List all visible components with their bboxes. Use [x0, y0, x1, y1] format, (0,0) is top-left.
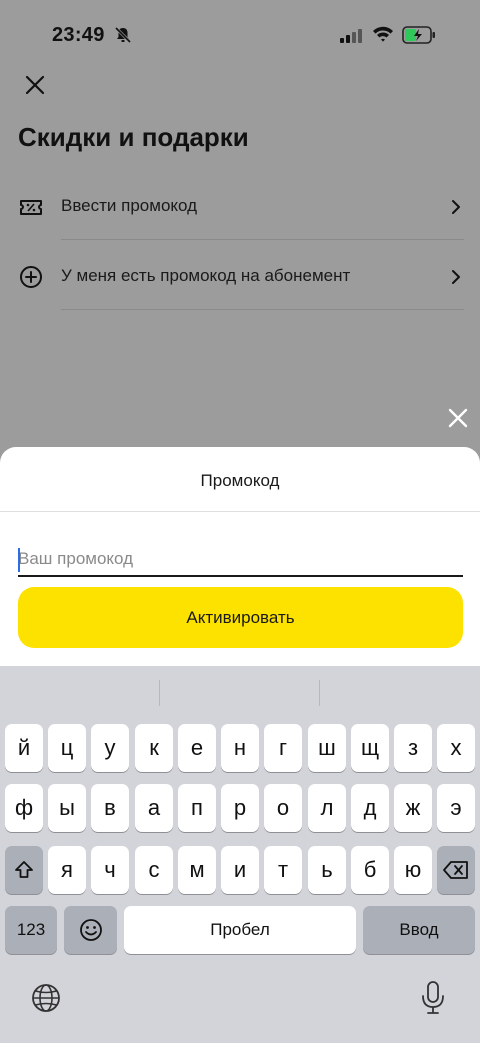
emoji-key[interactable] [64, 906, 117, 954]
status-bar: 23:49 [0, 0, 480, 70]
keyboard-row-3: я ч с м и т ь б ю [0, 846, 480, 894]
key[interactable]: ц [48, 724, 86, 772]
key[interactable]: с [135, 846, 173, 894]
promocode-input[interactable] [18, 543, 463, 577]
key[interactable]: я [48, 846, 86, 894]
key[interactable]: ж [394, 784, 432, 832]
menu-item-label: Ввести промокод [61, 196, 198, 215]
key[interactable]: р [221, 784, 259, 832]
background-page: 23:49 Скидки и подарки Ввести промокод У… [0, 0, 480, 460]
keyboard-row-4: 123 Пробел Ввод [0, 906, 480, 954]
backspace-icon [443, 861, 468, 879]
divider [61, 309, 464, 310]
close-sheet-icon[interactable] [446, 406, 470, 430]
menu-item-label: У меня есть промокод на абонемент [61, 266, 351, 285]
key[interactable]: х [437, 724, 475, 772]
status-time: 23:49 [52, 24, 105, 46]
battery-charging-icon [402, 26, 435, 44]
key[interactable]: б [351, 846, 389, 894]
cellular-signal-icon [340, 29, 362, 43]
space-key[interactable]: Пробел [124, 906, 356, 954]
key[interactable]: ш [308, 724, 346, 772]
keyboard: й ц у к е н г ш щ з х ф ы в а п р о л д … [0, 666, 480, 1043]
key[interactable]: к [135, 724, 173, 772]
key[interactable]: ь [308, 846, 346, 894]
sheet-title: Промокод [200, 471, 280, 490]
key[interactable]: ю [394, 846, 432, 894]
key[interactable]: п [178, 784, 216, 832]
menu-item-enter-promocode[interactable]: Ввести промокод [0, 172, 480, 240]
key[interactable]: т [264, 846, 302, 894]
promocode-sheet: Промокод Активировать [0, 447, 480, 667]
coupon-icon [20, 200, 42, 215]
chevron-right-icon [452, 200, 460, 214]
key[interactable]: л [308, 784, 346, 832]
suggestion-separator [319, 680, 320, 706]
key[interactable]: м [178, 846, 216, 894]
numbers-key[interactable]: 123 [5, 906, 57, 954]
key[interactable]: щ [351, 724, 389, 772]
enter-key[interactable]: Ввод [363, 906, 475, 954]
key[interactable]: н [221, 724, 259, 772]
plus-circle-icon [20, 266, 42, 288]
key[interactable]: г [264, 724, 302, 772]
text-cursor [18, 548, 20, 572]
key[interactable]: ч [91, 846, 129, 894]
key[interactable]: о [264, 784, 302, 832]
close-icon[interactable] [24, 74, 46, 96]
key[interactable]: ы [48, 784, 86, 832]
key[interactable]: а [135, 784, 173, 832]
globe-icon[interactable] [30, 982, 62, 1014]
microphone-icon[interactable] [420, 980, 446, 1016]
key[interactable]: ф [5, 784, 43, 832]
divider [61, 239, 464, 240]
shift-key[interactable] [5, 846, 43, 894]
bell-muted-icon [114, 26, 132, 44]
key[interactable]: з [394, 724, 432, 772]
activate-button[interactable]: Активировать [18, 587, 463, 648]
chevron-right-icon [452, 270, 460, 284]
key[interactable]: й [5, 724, 43, 772]
wifi-icon [373, 26, 393, 42]
key[interactable]: и [221, 846, 259, 894]
key[interactable]: у [91, 724, 129, 772]
suggestion-separator [159, 680, 160, 706]
key[interactable]: э [437, 784, 475, 832]
page-title: Скидки и подарки [18, 122, 249, 152]
keyboard-row-2: ф ы в а п р о л д ж э [0, 784, 480, 832]
keyboard-row-1: й ц у к е н г ш щ з х [0, 724, 480, 772]
divider [0, 511, 480, 512]
key[interactable]: в [91, 784, 129, 832]
emoji-icon [79, 919, 102, 941]
key[interactable]: д [351, 784, 389, 832]
menu-item-subscription-promocode[interactable]: У меня есть промокод на абонемент [0, 242, 480, 310]
backspace-key[interactable] [437, 846, 475, 894]
shift-icon [15, 861, 33, 878]
key[interactable]: е [178, 724, 216, 772]
